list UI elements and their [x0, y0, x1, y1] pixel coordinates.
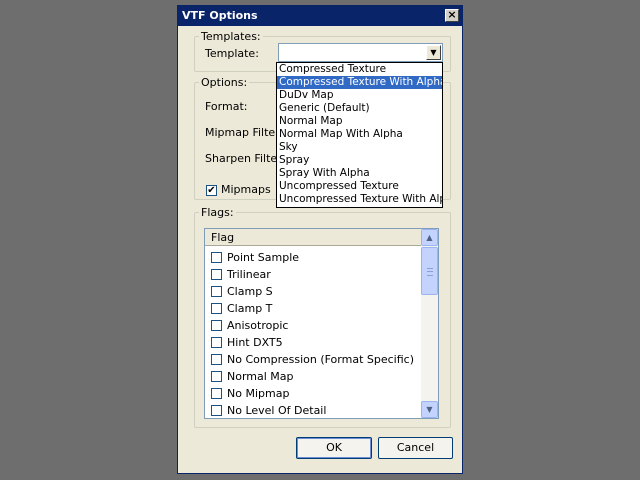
flags-legend: Flags: — [201, 206, 234, 219]
flag-checkbox[interactable] — [211, 320, 222, 331]
mipmaps-checkbox-row[interactable]: ✔ Mipmaps — [206, 183, 271, 196]
options-legend: Options: — [201, 76, 248, 89]
flag-label: Clamp T — [227, 302, 273, 315]
grip-icon — [427, 268, 433, 276]
list-item[interactable]: Anisotropic — [205, 317, 422, 334]
chevron-up-icon: ▲ — [426, 233, 433, 242]
list-item[interactable]: Clamp S — [205, 283, 422, 300]
flag-label: No Compression (Format Specific) — [227, 353, 414, 366]
dropdown-item[interactable]: Normal Map With Alpha — [277, 128, 442, 141]
flag-column-label: Flag — [211, 231, 235, 244]
close-button[interactable]: × — [445, 9, 459, 22]
flags-list: Point Sample Trilinear Clamp S Clamp T A… — [205, 249, 422, 418]
dropdown-item[interactable]: Sky — [277, 141, 442, 154]
flag-label: Anisotropic — [227, 319, 289, 332]
flag-checkbox[interactable] — [211, 371, 222, 382]
dropdown-item[interactable]: Generic (Default) — [277, 102, 442, 115]
template-label: Template: — [205, 47, 259, 60]
ok-button[interactable]: OK — [296, 437, 372, 459]
list-item[interactable]: Normal Map — [205, 368, 422, 385]
chevron-down-icon: ▼ — [430, 48, 437, 57]
flag-checkbox[interactable] — [211, 405, 222, 416]
window-title: VTF Options — [182, 9, 258, 22]
flag-checkbox[interactable] — [211, 252, 222, 263]
templates-legend: Templates: — [201, 30, 261, 43]
flag-label: Hint DXT5 — [227, 336, 283, 349]
format-label: Format: — [205, 100, 248, 113]
flag-checkbox[interactable] — [211, 303, 222, 314]
dropdown-item[interactable]: Uncompressed Texture — [277, 180, 442, 193]
flag-checkbox[interactable] — [211, 286, 222, 297]
dropdown-item[interactable]: Normal Map — [277, 115, 442, 128]
dropdown-item[interactable]: Uncompressed Texture With Alpha — [277, 193, 442, 206]
list-item[interactable]: Point Sample — [205, 249, 422, 266]
list-item[interactable]: No Level Of Detail — [205, 402, 422, 418]
dropdown-item[interactable]: Spray With Alpha — [277, 167, 442, 180]
flag-label: No Mipmap — [227, 387, 290, 400]
sharpen-filter-label: Sharpen Filter: — [205, 152, 286, 165]
scroll-down-button[interactable]: ▼ — [421, 401, 438, 418]
template-combobox-button[interactable]: ▼ — [426, 45, 441, 60]
mipmaps-checkbox[interactable]: ✔ — [206, 184, 217, 196]
flag-checkbox[interactable] — [211, 337, 222, 348]
scroll-up-button[interactable]: ▲ — [421, 229, 438, 246]
list-item[interactable]: Clamp T — [205, 300, 422, 317]
flags-column-header[interactable]: Flag — [205, 229, 422, 246]
title-bar[interactable]: VTF Options × — [178, 6, 462, 26]
flag-checkbox[interactable] — [211, 269, 222, 280]
flag-checkbox[interactable] — [211, 354, 222, 365]
scroll-thumb[interactable] — [421, 247, 438, 295]
flag-label: Point Sample — [227, 251, 300, 264]
mipmap-filter-label: Mipmap Filter: — [205, 126, 284, 139]
dropdown-item-selected[interactable]: Compressed Texture With Alpha — [277, 76, 442, 89]
flags-scrollbar[interactable]: ▲ ▼ — [421, 229, 438, 418]
flag-label: Normal Map — [227, 370, 294, 383]
flag-checkbox[interactable] — [211, 388, 222, 399]
flag-label: Clamp S — [227, 285, 273, 298]
chevron-down-icon: ▼ — [426, 405, 433, 414]
flag-label: No Level Of Detail — [227, 404, 327, 417]
list-item[interactable]: No Mipmap — [205, 385, 422, 402]
cancel-button[interactable]: Cancel — [378, 437, 453, 459]
template-dropdown-list[interactable]: Compressed Texture Compressed Texture Wi… — [276, 62, 443, 208]
dropdown-item[interactable]: Spray — [277, 154, 442, 167]
template-combobox[interactable]: ▼ — [278, 43, 443, 62]
list-item[interactable]: No Compression (Format Specific) — [205, 351, 422, 368]
check-icon: ✔ — [207, 184, 216, 196]
close-icon: × — [447, 8, 457, 21]
flags-listbox[interactable]: Flag Point Sample Trilinear Clamp S Clam… — [204, 228, 439, 419]
dropdown-item[interactable]: Compressed Texture — [277, 63, 442, 76]
mipmaps-label: Mipmaps — [221, 183, 271, 196]
dropdown-item[interactable]: DuDv Map — [277, 89, 442, 102]
list-item[interactable]: Hint DXT5 — [205, 334, 422, 351]
flag-label: Trilinear — [227, 268, 271, 281]
list-item[interactable]: Trilinear — [205, 266, 422, 283]
